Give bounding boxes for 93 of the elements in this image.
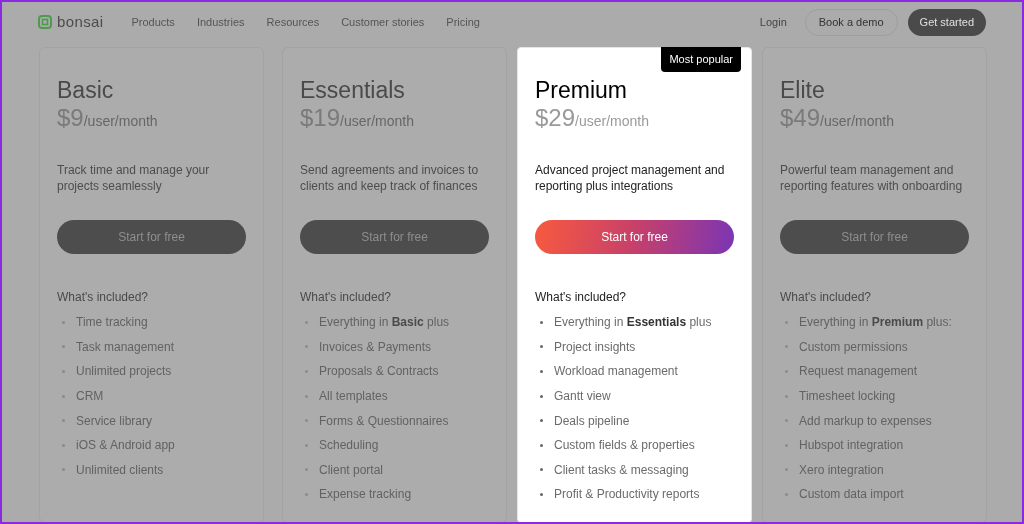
bullet-icon [785,492,788,496]
plan-name: Basic [57,76,115,104]
bullet-icon [305,320,308,324]
feature-text: Unlimited projects [76,363,172,381]
feature-text: Xero integration [799,461,884,479]
feature-text: Service library [76,412,153,430]
plan-description: Track time and manage your projects seamlessly [57,162,211,195]
bullet-icon [305,468,308,472]
bullet-icon [540,419,543,423]
feature-text: Unlimited clients [76,461,164,479]
bullet-icon [540,345,543,349]
nav-link[interactable]: Customer stories [341,13,425,31]
feature-text: Everything in Essentials plus [554,314,712,332]
bullet-icon [785,443,788,447]
nav-link[interactable]: Pricing [446,13,480,31]
bullet-icon [785,394,788,398]
feature-text: Gantt view [554,388,611,406]
feature-text: Client portal [319,461,384,479]
feature-text: Custom fields & properties [554,437,695,455]
bullet-icon [785,468,788,472]
price-unit: /user/month [340,113,414,131]
nav-link[interactable]: Products [131,13,175,31]
feature-text: Deals pipeline [554,412,630,430]
brand-name[interactable]: bonsai [57,10,104,34]
nav-link[interactable]: Resources [266,13,320,31]
start-button[interactable]: Start for free [780,220,969,254]
feature-text: Proposals & Contracts [319,363,439,381]
bullet-icon [540,443,543,447]
bullet-icon [62,320,65,324]
bullet-icon [62,345,65,349]
feature-text: Everything in Premium plus: [799,314,952,332]
login-link[interactable]: Login [759,13,787,31]
popular-badge: Most popular [661,47,741,72]
feature-text: Time tracking [76,314,148,332]
plan-description: Powerful team management and reporting features with onboarding [780,162,964,195]
bullet-icon [540,468,543,472]
feature-text: Hubspot integration [799,437,904,455]
bullet-icon [540,394,543,398]
feature-text: Custom data import [799,486,904,504]
plan-price: $9 [57,104,84,132]
start-button[interactable]: Start for free [535,220,734,254]
feature-text: Project insights [554,338,636,356]
bullet-icon [305,419,308,423]
bullet-icon [62,394,65,398]
feature-text: Request management [799,363,918,381]
feature-text: Everything in Basic plus [319,314,450,332]
plan-name: Premium [535,76,628,104]
logo-icon [38,15,52,29]
bullet-icon [62,468,65,472]
included-heading: What's included? [57,289,149,306]
start-button[interactable]: Start for free [57,220,246,254]
plan-price: $29 [535,104,576,132]
price-unit: /user/month [83,113,158,131]
plan-description: Advanced project management and reporting plus integrations [535,162,726,195]
bullet-icon [305,492,308,496]
get-started-button[interactable]: Get started [907,8,986,36]
bullet-icon [785,320,788,324]
bullet-icon [785,419,788,423]
feature-text: Task management [76,338,175,356]
plan-name: Essentials [300,76,406,104]
feature-text: Invoices & Payments [319,338,432,356]
included-heading: What's included? [300,289,392,306]
feature-text: Add markup to expenses [799,412,932,430]
feature-text: Workload management [554,363,678,381]
feature-text: Expense tracking [319,486,412,504]
feature-text: Client tasks & messaging [554,461,689,479]
feature-text: CRM [76,388,104,406]
included-heading: What's included? [535,289,627,306]
feature-text: Forms & Questionnaires [319,412,449,430]
feature-text: Custom permissions [799,338,908,356]
price-unit: /user/month [575,113,649,131]
plan-description: Send agreements and invoices to clients and keep track of finances [300,162,480,195]
bullet-icon [785,345,788,349]
feature-text: iOS & Android app [76,437,175,455]
plan-name: Elite [780,76,826,104]
bullet-icon [540,492,543,496]
feature-text: All templates [319,388,388,406]
bullet-icon [540,370,543,373]
bullet-icon [540,320,543,324]
plan-price: $19 [300,104,341,132]
plan-price: $49 [780,104,821,132]
included-heading: What's included? [780,289,872,306]
nav-link[interactable]: Industries [196,13,245,31]
bullet-icon [62,443,65,447]
bullet-icon [305,394,308,398]
bullet-icon [305,443,308,447]
feature-text: Profit & Productivity reports [554,486,700,504]
feature-text: Scheduling [319,437,379,455]
price-unit: /user/month [820,113,894,131]
start-button[interactable]: Start for free [300,220,489,254]
bullet-icon [62,419,65,423]
feature-text: Timesheet locking [799,388,896,406]
bullet-icon [305,345,308,349]
